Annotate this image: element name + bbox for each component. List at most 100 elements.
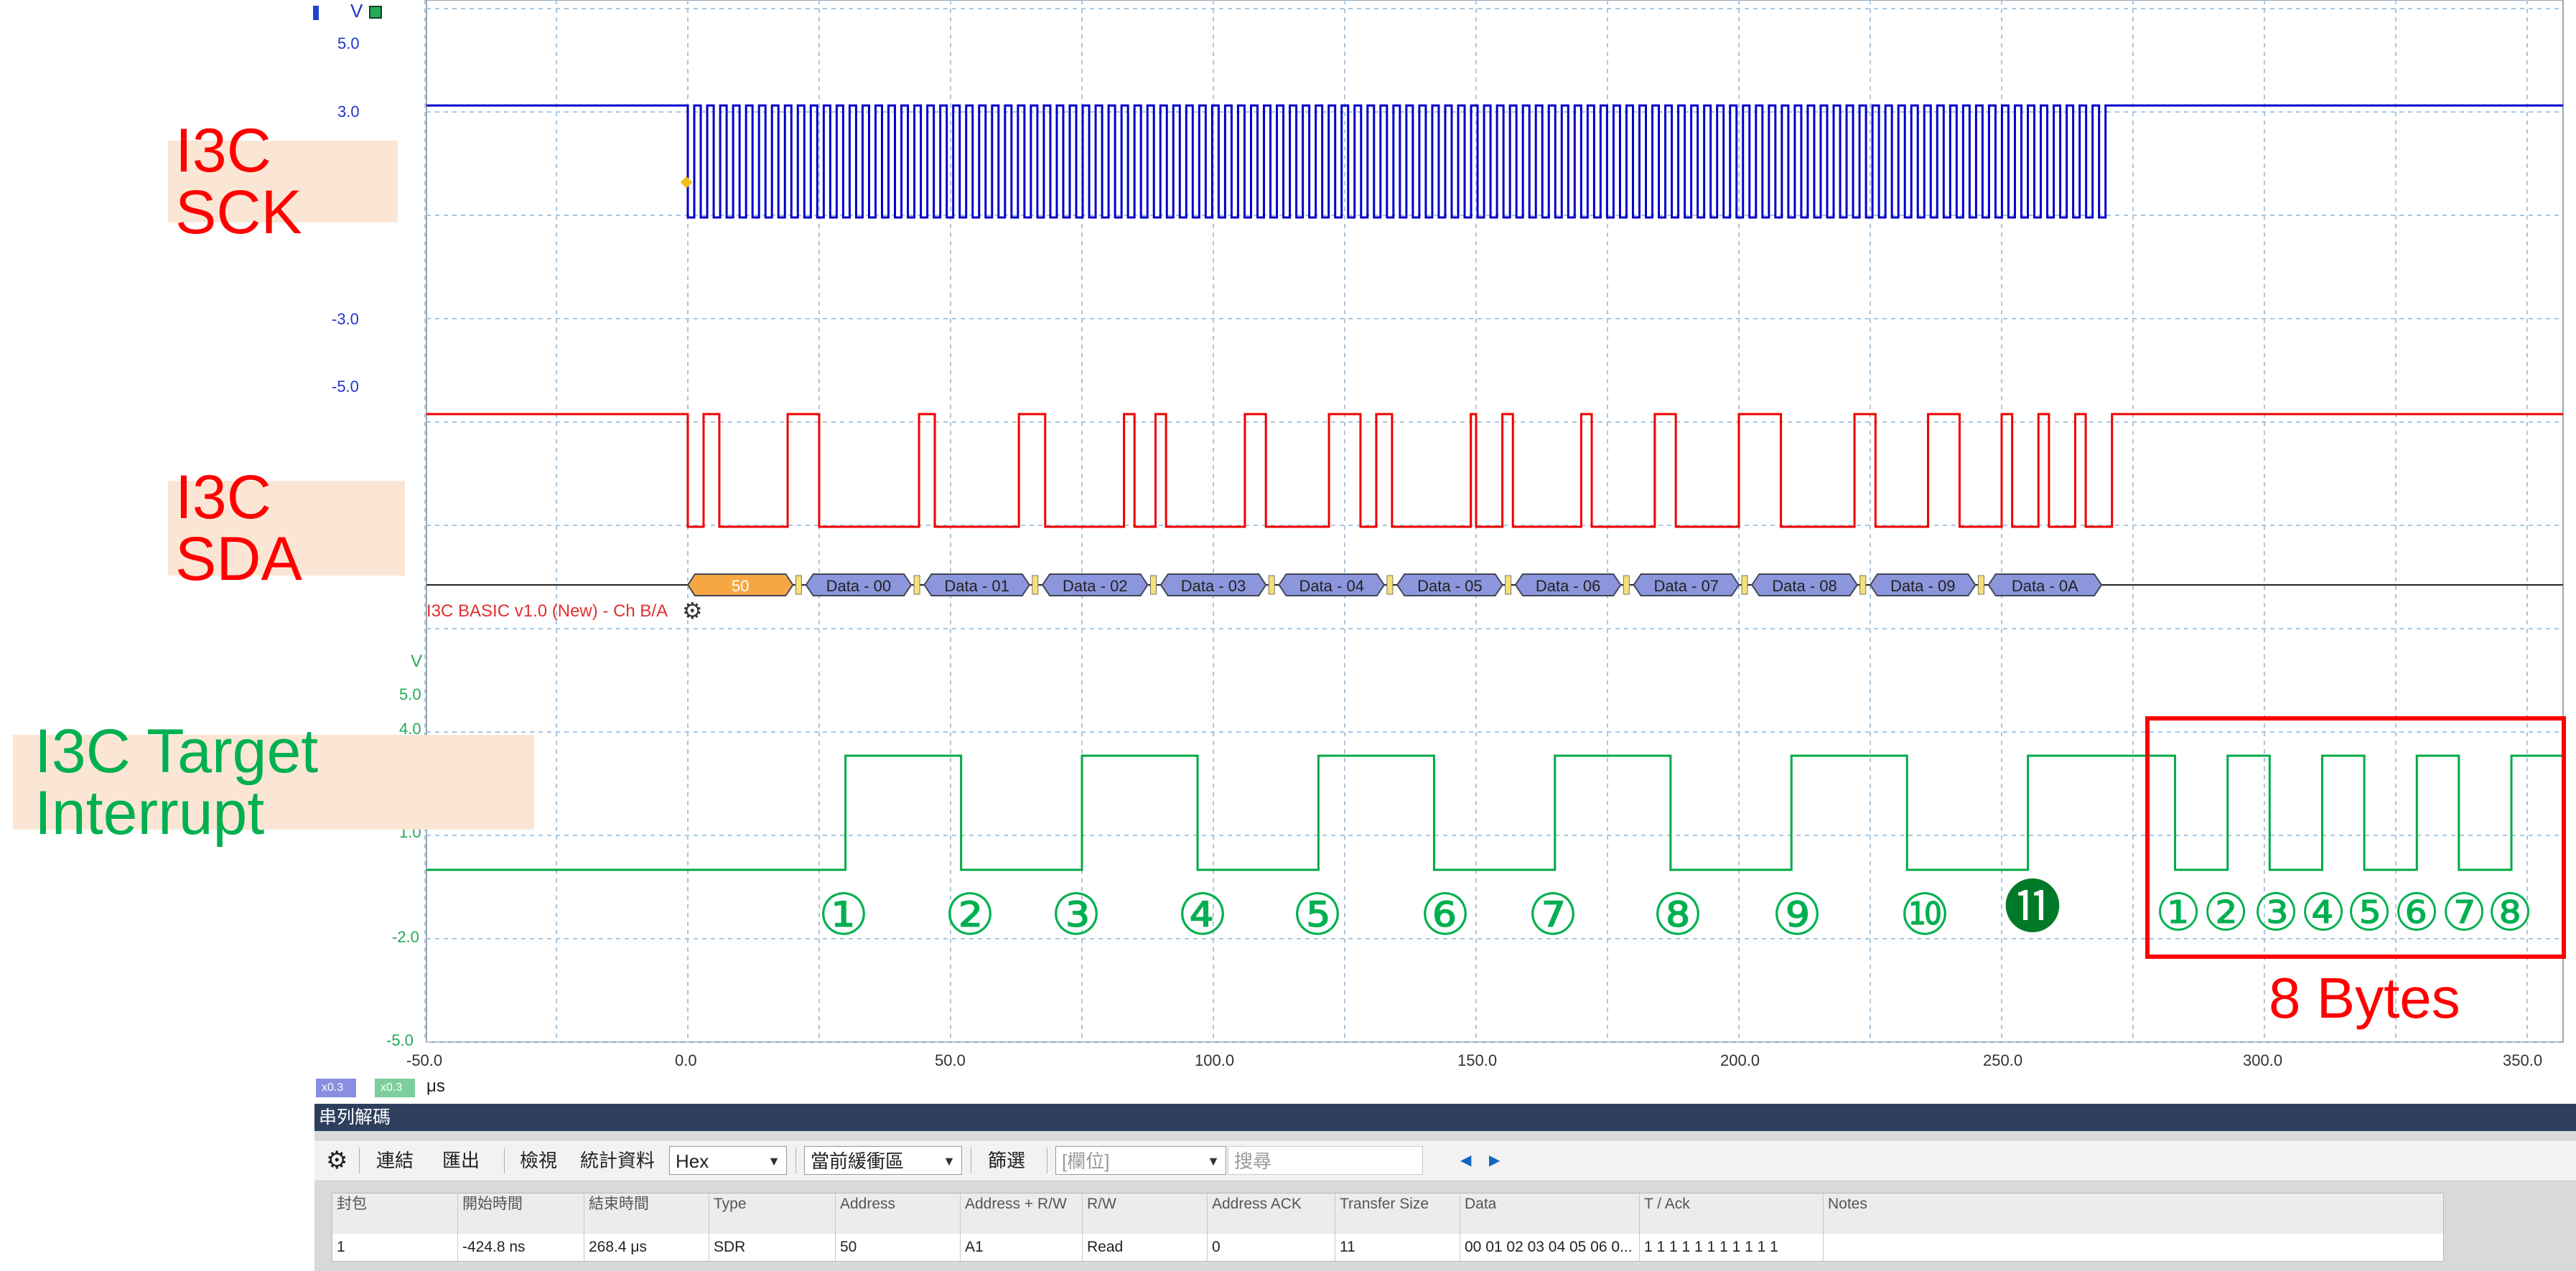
ack-marker (1032, 575, 1039, 595)
chevron-down-icon: ▼ (767, 1154, 780, 1168)
search-next-icon[interactable]: ▶ (1489, 1148, 1500, 1173)
connect-button[interactable]: 連結 (376, 1148, 414, 1173)
time-tick-label: 0.0 (675, 1051, 697, 1069)
table-cell[interactable]: 268.4 μs (584, 1234, 709, 1261)
column-header[interactable]: 封包 (332, 1193, 457, 1234)
decode-packet-label: Data - 06 (1536, 577, 1601, 595)
column-header[interactable]: Address + R/W (960, 1193, 1082, 1234)
export-button[interactable]: 匯出 (442, 1148, 480, 1173)
byte-highlight-box (2145, 716, 2566, 959)
time-tick-label: 200.0 (1720, 1051, 1760, 1069)
time-unit-label: μs (426, 1077, 445, 1096)
signal-label-sda-text: I3C SDA (175, 463, 302, 594)
table-cell[interactable]: SDR (709, 1234, 835, 1261)
chevron-down-icon: ▼ (943, 1154, 956, 1168)
decode-packet-label: Data - 01 (944, 577, 1009, 595)
column-header[interactable]: Type (709, 1193, 835, 1234)
decode-packet-label: Data - 03 (1181, 577, 1246, 595)
search-input[interactable]: 搜尋 (1228, 1146, 1423, 1175)
buffer-select[interactable]: 當前緩衝區 ▼ (804, 1146, 962, 1175)
v-tick-label: -5.0 (386, 1031, 414, 1049)
statistics-button[interactable]: 統計資料 (580, 1148, 655, 1173)
time-tick-label: 250.0 (1983, 1051, 2023, 1069)
marker-circle-number: ④ (1177, 881, 1228, 948)
decode-packet-label: Data - 0A (2012, 577, 2078, 595)
table-cell[interactable]: 1 1 1 1 1 1 1 1 1 1 1 (1639, 1234, 1823, 1261)
decode-packet-label: Data - 02 (1063, 577, 1128, 595)
toolbar-divider (359, 1148, 360, 1173)
signal-label-sck-text: I3C SCK (175, 116, 302, 247)
ack-marker (1268, 575, 1275, 595)
marker-circle-number: ① (818, 881, 869, 948)
decode-packet-label: Data - 04 (1299, 577, 1364, 595)
ack-marker (1386, 575, 1394, 595)
settings-gear-icon[interactable]: ⚙ (326, 1148, 347, 1173)
buffer-select-value: 當前緩衝區 (811, 1150, 905, 1172)
marker-circle-number: ⑩ (1899, 881, 1951, 948)
channel-a-icon[interactable] (313, 6, 319, 20)
protocol-label[interactable]: I3C BASIC v1.0 (New) - Ch B/A (426, 601, 668, 622)
decode-packet-label: Data - 08 (1772, 577, 1837, 595)
column-header[interactable]: R/W (1082, 1193, 1207, 1234)
v-tick-label: 3.0 (337, 103, 360, 121)
ack-marker (1505, 575, 1512, 595)
format-select[interactable]: Hex ▼ (669, 1146, 787, 1175)
column-header[interactable]: Address (835, 1193, 960, 1234)
ack-marker (795, 575, 802, 595)
marker-filled-number: ⓫ (2004, 874, 2061, 941)
decode-toolbar: ⚙ 連結 匯出 檢視 統計資料 Hex ▼ 當前緩衝區 ▼ 篩選 [欄位] ▼ 搜尋 … (314, 1140, 2576, 1181)
time-tick-label: 350.0 (2503, 1051, 2543, 1069)
table-cell[interactable]: A1 (960, 1234, 1082, 1261)
ack-marker (1623, 575, 1630, 595)
v-tick-label: 5.0 (337, 34, 360, 52)
marker-circle-number: ⑥ (1419, 881, 1471, 948)
ack-marker (1977, 575, 1984, 595)
v-unit-label-lower: V (411, 652, 423, 671)
marker-circle-number: ⑤ (1292, 881, 1343, 948)
decode-table: 封包 開始時間 結束時間 Type Address Address + R/W … (332, 1193, 2444, 1262)
ack-marker (1741, 575, 1748, 595)
column-header[interactable]: Address ACK (1207, 1193, 1335, 1234)
scale-chip-a[interactable]: x0.3 (316, 1079, 356, 1097)
table-cell[interactable]: 11 (1335, 1234, 1460, 1261)
time-tick-label: 50.0 (935, 1051, 966, 1069)
search-prev-icon[interactable]: ◀ (1460, 1148, 1471, 1173)
field-select[interactable]: [欄位] ▼ (1055, 1146, 1226, 1175)
filter-button[interactable]: 篩選 (988, 1148, 1025, 1173)
marker-circle-number: ② (944, 881, 996, 948)
table-cell[interactable]: -424.8 ns (457, 1234, 584, 1261)
ack-marker (1150, 575, 1157, 595)
table-cell[interactable]: Read (1082, 1234, 1207, 1261)
column-header[interactable]: 開始時間 (457, 1193, 584, 1234)
chevron-down-icon: ▼ (1207, 1154, 1220, 1168)
channel-b-icon[interactable] (369, 6, 382, 19)
decode-packet-label: Data - 09 (1890, 577, 1956, 595)
signal-label-interrupt-text: I3C Target Interrupt (34, 717, 319, 848)
table-cell[interactable]: 0 (1207, 1234, 1335, 1261)
decode-packet-label: Data - 07 (1654, 577, 1719, 595)
column-header[interactable]: Notes (1823, 1193, 2443, 1234)
decode-packet-label: 50 (732, 577, 749, 595)
table-cell[interactable]: 1 (332, 1234, 457, 1261)
view-button[interactable]: 檢視 (520, 1148, 557, 1173)
column-header[interactable]: 結束時間 (584, 1193, 709, 1234)
column-header[interactable]: T / Ack (1639, 1193, 1823, 1234)
table-cell[interactable] (1823, 1234, 2443, 1261)
table-cell[interactable]: 50 (835, 1234, 960, 1261)
marker-circle-number: ③ (1050, 881, 1102, 948)
marker-circle-number: ⑧ (1652, 881, 1704, 948)
toolbar-divider (504, 1148, 505, 1173)
signal-label-sda: I3C SDA (168, 466, 405, 590)
v-tick-label: 5.0 (399, 685, 421, 703)
scale-chip-b[interactable]: x0.3 (375, 1079, 415, 1097)
decode-packet-label: Data - 05 (1417, 577, 1483, 595)
time-tick-label: 100.0 (1195, 1051, 1235, 1069)
marker-circle-number: ⑦ (1527, 881, 1579, 948)
column-header[interactable]: Data (1460, 1193, 1639, 1234)
v-tick-label: -2.0 (392, 928, 419, 946)
column-header[interactable]: Transfer Size (1335, 1193, 1460, 1234)
panel-title: 串列解碼 (314, 1104, 2576, 1131)
table-cell[interactable]: 00 01 02 03 04 05 06 0... (1460, 1234, 1639, 1261)
gear-icon[interactable]: ⚙ (682, 597, 703, 624)
byte-count-label: 8 Bytes (2269, 966, 2460, 1030)
